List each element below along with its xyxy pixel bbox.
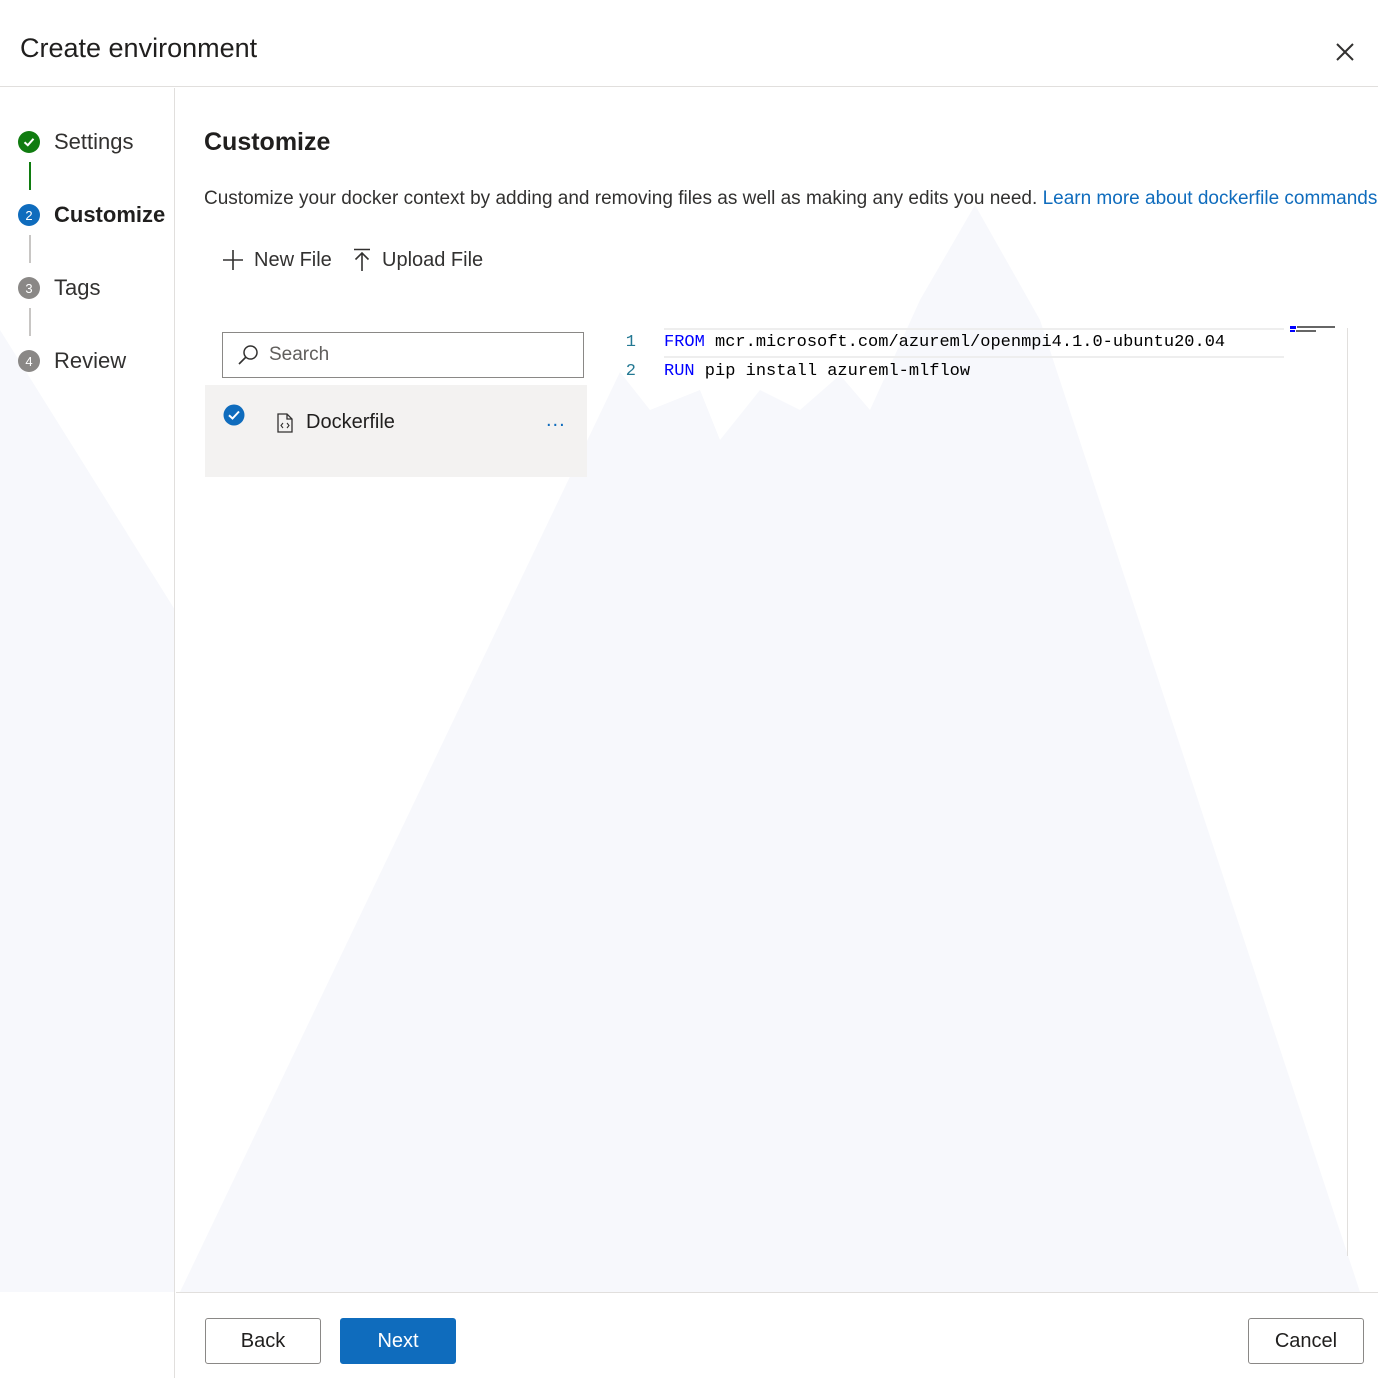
dialog-header: Create environment (0, 0, 1378, 87)
code-line[interactable]: 2 RUN pip install azureml-mlflow (616, 357, 970, 385)
dialog-title: Create environment (20, 33, 258, 63)
file-name: Dockerfile (306, 411, 395, 433)
search-input[interactable] (267, 343, 571, 367)
close-icon[interactable] (1330, 37, 1360, 67)
step-connector (29, 235, 31, 263)
step-number-badge: 3 (18, 277, 40, 299)
code-text: pip install azureml-mlflow (694, 361, 971, 381)
code-file-icon (277, 413, 293, 438)
selected-checkmark-icon[interactable] (223, 404, 245, 431)
learn-more-link[interactable]: Learn more about dockerfile commands. (1043, 188, 1378, 209)
file-list-item[interactable]: Dockerfile ... (205, 385, 587, 477)
upload-file-button[interactable]: Upload File (352, 243, 483, 277)
line-number: 2 (625, 361, 636, 381)
step-label: Review (54, 348, 127, 373)
file-search-box[interactable] (222, 332, 584, 378)
step-connector (29, 162, 31, 190)
new-file-label: New File (254, 248, 332, 271)
checkmark-icon (18, 131, 40, 153)
step-label: Customize (54, 202, 166, 227)
code-line[interactable]: 1 FROM mcr.microsoft.com/azureml/openmpi… (616, 328, 1225, 356)
step-connector (29, 308, 31, 336)
code-keyword: RUN (664, 361, 695, 381)
step-tags[interactable]: 3 Tags (18, 273, 100, 303)
step-label: Settings (54, 129, 134, 154)
wizard-steps: Settings 2 Customize 3 Tags 4 Review (0, 88, 175, 1378)
cancel-button[interactable]: Cancel (1248, 1318, 1364, 1364)
back-button[interactable]: Back (205, 1318, 321, 1364)
editor-scrollbar[interactable] (1347, 328, 1348, 1256)
plus-icon (223, 250, 243, 270)
upload-file-label: Upload File (382, 248, 484, 271)
step-review[interactable]: 4 Review (18, 346, 126, 376)
code-keyword: FROM (664, 332, 705, 352)
step-label: Tags (54, 275, 101, 300)
section-title: Customize (204, 128, 331, 156)
more-options-button[interactable]: ... (546, 409, 566, 432)
step-settings[interactable]: Settings (18, 127, 134, 157)
step-number-badge: 4 (18, 350, 40, 372)
step-number-badge: 2 (18, 204, 40, 226)
search-icon (238, 345, 258, 365)
section-description: Customize your docker context by adding … (204, 188, 1378, 210)
step-customize[interactable]: 2 Customize (18, 200, 165, 230)
line-number: 1 (625, 332, 636, 352)
description-text: Customize your docker context by adding … (204, 188, 1038, 209)
upload-icon (354, 248, 370, 271)
minimap (1290, 326, 1335, 332)
customize-panel: Customize Customize your docker context … (176, 88, 1378, 1292)
new-file-button[interactable]: New File (222, 243, 332, 277)
next-button[interactable]: Next (340, 1318, 456, 1364)
code-text: mcr.microsoft.com/azureml/openmpi4.1.0-u… (704, 332, 1226, 352)
code-editor[interactable]: 1 FROM mcr.microsoft.com/azureml/openmpi… (616, 326, 1348, 1256)
dialog-footer: Back Next Cancel (176, 1292, 1378, 1378)
